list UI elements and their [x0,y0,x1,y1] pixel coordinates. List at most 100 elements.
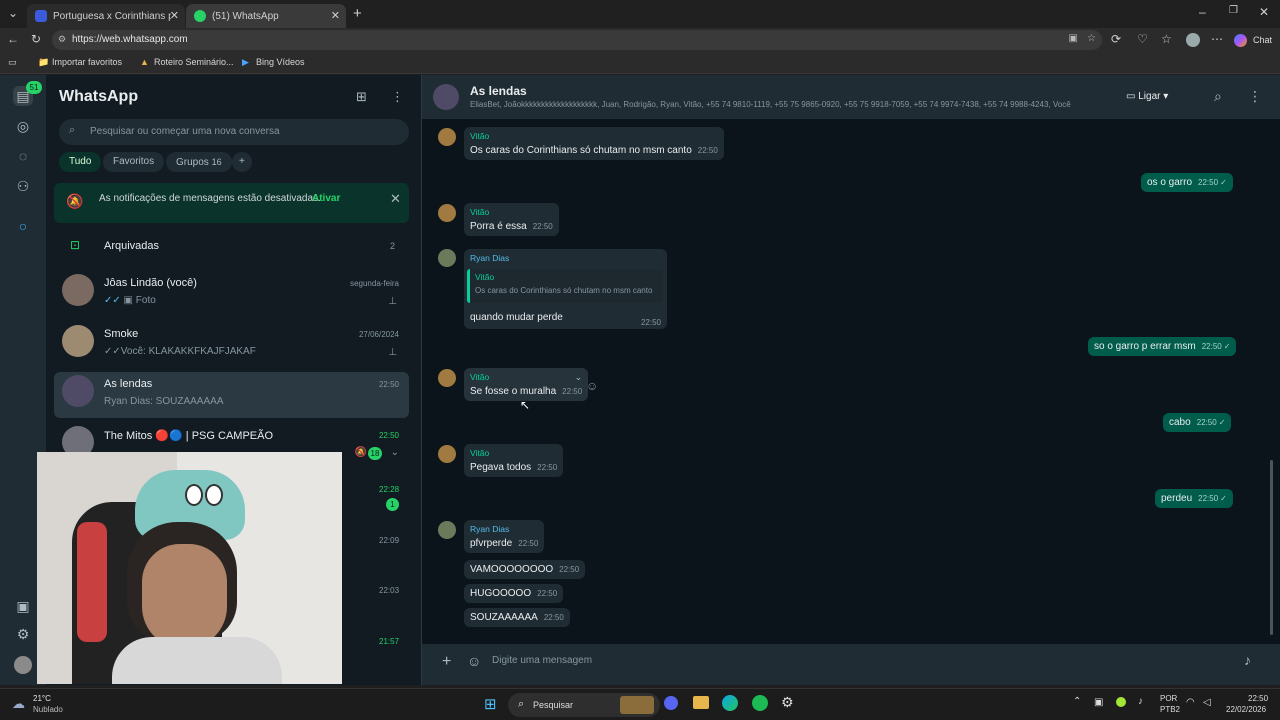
close-tab-icon[interactable]: ✕ [331,9,340,22]
enable-notifications-link[interactable]: Ativar [312,193,340,204]
media-icon[interactable]: ▣ [13,596,33,616]
chat-item-smoke[interactable]: Smoke ✓✓Você: KLAKAKKFKAJFJAKAF 27/06/20… [54,322,409,368]
close-window-icon[interactable]: ✕ [1259,5,1269,19]
profile-avatar[interactable] [14,656,32,674]
message-outgoing[interactable]: cabo 22:50 ✓ [1163,413,1232,432]
quoted-message[interactable]: Vitão Os caras do Corinthians só chutam … [467,269,663,303]
windows-start-icon[interactable]: ⊞ [484,695,497,713]
minimize-icon[interactable]: – [1199,5,1206,19]
weather-temp[interactable]: 21°C [33,694,51,703]
message-incoming[interactable]: Ryan Dias Vitão Os caras do Corinthians … [464,249,667,329]
tab-list-icon[interactable]: ⌄ [8,6,18,20]
bookmark-bing[interactable]: Bing Vídeos [256,57,305,67]
message-incoming[interactable]: Ryan Dias pfvrperde 22:50 [464,520,545,553]
message-incoming[interactable]: HUGOOOOO 22:50 [464,584,564,603]
chevron-up-icon[interactable]: ⌃ [1073,696,1081,707]
message-incoming[interactable]: VAMOOOOOOOO 22:50 [464,560,586,579]
chat-name: Smoke [104,328,139,340]
message-outgoing[interactable]: so o garro p errar msm 22:50 ✓ [1088,337,1237,356]
unread-badge: 1 [386,498,399,511]
bookmark-folder-icon: 📁 [38,57,50,67]
discord-icon[interactable] [664,696,678,710]
steam-icon[interactable]: ⚙ [781,694,794,711]
status-icon[interactable]: ◎ [13,116,33,136]
chat-scrollbar[interactable] [1270,460,1273,635]
url-input[interactable]: ⚙ https://web.whatsapp.com ▣ ☆ [52,30,1102,50]
filter-groups[interactable]: Grupos 16 [166,152,232,172]
spotify-icon[interactable] [752,695,768,711]
microphone-icon[interactable]: ♪ [1244,652,1251,668]
sender-avatar [438,369,456,387]
message-input[interactable]: Digite uma mensagem [492,655,1232,675]
reading-list-icon[interactable]: ▭ [8,57,17,68]
menu-icon[interactable]: ⋮ [1248,88,1262,105]
bookmark-import[interactable]: Importar favoritos [52,57,122,67]
clock-date[interactable]: 22/02/2026 [1226,705,1266,714]
clock-time[interactable]: 22:50 [1248,694,1268,703]
bookmark-roteiro[interactable]: Roteiro Seminário... [154,57,234,67]
more-menu-icon[interactable]: ⋯ [1211,32,1223,46]
message-text: quando mudar perde [470,312,563,323]
tray-app-icon[interactable] [1116,697,1126,707]
copilot-label[interactable]: Chat [1253,35,1272,45]
message-incoming[interactable]: Vitão Os caras do Corinthians só chutam … [464,127,724,160]
call-button[interactable]: ▭ Ligar ▾ [1118,86,1188,108]
volume-icon[interactable]: ◁ [1203,697,1211,708]
close-icon[interactable]: ✕ [390,191,401,207]
drive-icon: ▲ [140,57,149,67]
filter-favorites[interactable]: Favoritos [103,152,165,172]
chat-item-joas[interactable]: Jôas Lindão (você) ✓✓ ▣ Foto segunda-fei… [54,271,409,317]
taskbar-search[interactable]: ⌕ Pesquisar [508,693,660,717]
close-tab-icon[interactable]: ✕ [170,9,179,22]
back-icon[interactable]: ← [7,32,19,46]
favorites-icon[interactable]: ☆ [1161,32,1172,46]
menu-icon[interactable]: ⋮ [391,89,404,105]
archived-row[interactable]: ⊡ Arquivadas 2 [54,233,409,261]
message-menu-chevron-icon[interactable]: ⌄ [575,372,583,383]
microphone-icon[interactable]: ♪ [1138,696,1143,707]
emoji-icon[interactable]: ☺ [467,653,481,669]
filter-all[interactable]: Tudo [59,152,102,172]
search-icon[interactable]: ⌕ [1214,88,1222,105]
chevron-down-icon[interactable]: ⌄ [391,447,399,458]
wifi-icon[interactable]: ◠ [1186,697,1195,708]
settings-icon[interactable]: ⚙ [13,624,33,644]
maximize-icon[interactable]: ❐ [1229,5,1238,16]
edge-icon[interactable] [722,695,738,711]
file-explorer-icon[interactable] [693,696,709,709]
communities-icon[interactable]: ⚇ [13,176,33,196]
weather-desc[interactable]: Nublado [33,705,63,714]
chat-item-as-lendas[interactable]: As lendas Ryan Dias: SOUZAAAAAA 22:50 [54,372,409,418]
browser-essentials-icon[interactable]: ♡ [1137,32,1148,46]
new-tab-icon[interactable]: + [353,5,362,22]
extensions-icon[interactable]: ⟳ [1111,32,1121,46]
chat-header[interactable]: As lendas EliasBet, Joãokkkkkkkkkkkkkkkk… [422,75,1280,119]
keyboard-layout[interactable]: PTB2 [1160,705,1180,714]
favorite-star-icon[interactable]: ☆ [1087,33,1096,44]
channels-icon[interactable]: ◌ [13,146,33,166]
message-incoming[interactable]: SOUZAAAAAA 22:50 [464,608,570,627]
message-incoming[interactable]: Vitão Porra é essa 22:50 [464,203,559,236]
copilot-icon[interactable] [1234,34,1247,47]
chair-accent [77,522,107,642]
app-available-icon[interactable]: ▣ [1069,33,1078,44]
cloud-icon[interactable]: ☁ [12,696,25,712]
meta-ai-icon[interactable]: ○ [13,216,33,236]
tray-app-icon[interactable]: ▣ [1094,697,1103,708]
message-incoming[interactable]: Vitão Pegava todos 22:50 [464,444,564,477]
quote-sender: Vitão [475,272,495,282]
tab-portuguesa[interactable]: Portuguesa x Corinthians placar ao ✕ [27,4,185,28]
add-filter-button[interactable]: + [232,152,252,172]
message-outgoing[interactable]: perdeu 22:50 ✓ [1155,489,1233,508]
reload-icon[interactable]: ↻ [31,32,41,46]
language-indicator[interactable]: POR [1160,694,1177,703]
tab-whatsapp[interactable]: (51) WhatsApp ✕ [186,4,346,28]
profile-avatar[interactable] [1186,33,1200,47]
group-avatar[interactable] [433,84,459,110]
message-outgoing[interactable]: os o garro 22:50 ✓ [1141,173,1233,192]
search-input[interactable]: ⌕ Pesquisar ou começar uma nova conversa [59,119,409,145]
message-incoming[interactable]: Vitão Se fosse o muralha 22:50 ⌄ [464,368,589,401]
attach-plus-icon[interactable]: + [442,653,451,671]
react-emoji-icon[interactable]: ☺ [586,379,598,393]
new-chat-icon[interactable]: ⊞ [356,89,367,105]
